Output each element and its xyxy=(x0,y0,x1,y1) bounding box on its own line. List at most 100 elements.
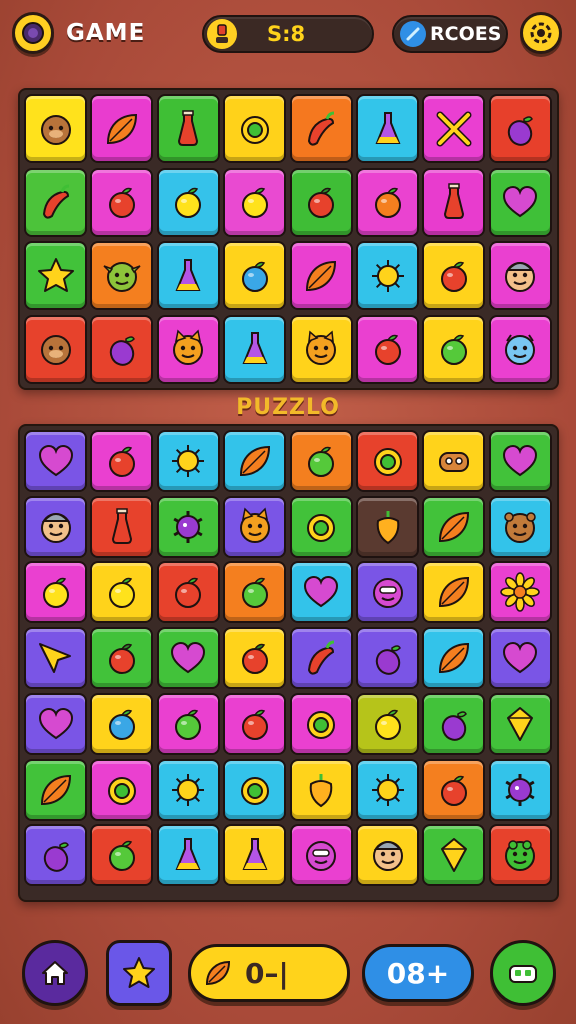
green-apple-icon xyxy=(175,709,202,740)
sun-icon xyxy=(172,445,205,477)
game-tile[interactable] xyxy=(488,94,552,163)
game-tile[interactable] xyxy=(90,314,154,384)
game-tile[interactable] xyxy=(488,692,552,755)
game-tile[interactable] xyxy=(90,824,154,887)
game-tile[interactable] xyxy=(156,824,220,887)
game-tile[interactable] xyxy=(356,241,419,310)
game-tile[interactable] xyxy=(24,495,87,558)
game-tile[interactable] xyxy=(223,314,287,384)
game-tile[interactable] xyxy=(223,561,287,624)
game-tile[interactable] xyxy=(24,561,87,624)
game-tile[interactable] xyxy=(488,314,552,384)
home-button[interactable] xyxy=(22,940,88,1006)
game-tile[interactable] xyxy=(422,495,486,558)
game-tile[interactable] xyxy=(90,430,154,492)
game-tile[interactable] xyxy=(422,430,486,492)
potion-icon xyxy=(175,258,201,291)
game-tile[interactable] xyxy=(488,627,552,690)
game-tile[interactable] xyxy=(289,94,353,163)
game-tile[interactable] xyxy=(422,241,486,310)
game-tile[interactable] xyxy=(90,241,154,310)
game-tile[interactable] xyxy=(156,241,220,310)
game-tile[interactable] xyxy=(289,758,353,821)
game-tile[interactable] xyxy=(356,758,419,821)
game-tile[interactable] xyxy=(90,561,154,624)
game-tile[interactable] xyxy=(24,94,87,163)
game-tile[interactable] xyxy=(356,314,419,384)
game-tile[interactable] xyxy=(356,561,419,624)
game-tile[interactable] xyxy=(156,314,220,384)
game-tile[interactable] xyxy=(422,94,486,163)
game-tile[interactable] xyxy=(156,561,220,624)
menu-button[interactable] xyxy=(490,940,556,1006)
game-tile[interactable] xyxy=(488,167,552,237)
game-tile[interactable] xyxy=(90,495,154,558)
game-tile[interactable] xyxy=(356,167,419,237)
settings-button[interactable] xyxy=(520,12,562,54)
game-tile[interactable] xyxy=(156,430,220,492)
game-tile[interactable] xyxy=(90,94,154,163)
game-tile[interactable] xyxy=(289,495,353,558)
game-tile[interactable] xyxy=(289,692,353,755)
game-tile[interactable] xyxy=(90,627,154,690)
game-tile[interactable] xyxy=(422,824,486,887)
game-tile[interactable] xyxy=(156,94,220,163)
game-tile[interactable] xyxy=(422,692,486,755)
game-tile[interactable] xyxy=(24,314,87,384)
game-tile[interactable] xyxy=(156,627,220,690)
game-tile[interactable] xyxy=(156,495,220,558)
game-tile[interactable] xyxy=(356,495,419,558)
game-tile[interactable] xyxy=(223,495,287,558)
game-tile[interactable] xyxy=(24,430,87,492)
tomato-icon xyxy=(175,578,202,609)
game-tile[interactable] xyxy=(156,758,220,821)
game-tile[interactable] xyxy=(289,430,353,492)
counter-pill: 08+ xyxy=(362,944,474,1002)
game-tile[interactable] xyxy=(223,627,287,690)
game-tile[interactable] xyxy=(422,758,486,821)
game-tile[interactable] xyxy=(289,561,353,624)
game-tile[interactable] xyxy=(24,692,87,755)
game-tile[interactable] xyxy=(356,94,419,163)
game-tile[interactable] xyxy=(24,758,87,821)
game-tile[interactable] xyxy=(223,241,287,310)
game-tile[interactable] xyxy=(422,314,486,384)
game-tile[interactable] xyxy=(289,241,353,310)
profile-button[interactable] xyxy=(12,12,54,54)
game-tile[interactable] xyxy=(422,561,486,624)
game-tile[interactable] xyxy=(488,824,552,887)
game-tile[interactable] xyxy=(422,627,486,690)
game-tile[interactable] xyxy=(223,94,287,163)
game-tile[interactable] xyxy=(289,314,353,384)
game-tile[interactable] xyxy=(90,692,154,755)
game-tile[interactable] xyxy=(223,167,287,237)
game-tile[interactable] xyxy=(356,692,419,755)
ring-icon xyxy=(373,448,402,476)
game-tile[interactable] xyxy=(156,167,220,237)
game-tile[interactable] xyxy=(289,167,353,237)
star-button[interactable] xyxy=(106,940,172,1006)
game-tile[interactable] xyxy=(422,167,486,237)
game-tile[interactable] xyxy=(356,430,419,492)
game-tile[interactable] xyxy=(24,167,87,237)
game-tile[interactable] xyxy=(90,758,154,821)
game-tile[interactable] xyxy=(156,692,220,755)
records-pill[interactable]: RCOES xyxy=(392,15,508,53)
game-tile[interactable] xyxy=(223,824,287,887)
game-tile[interactable] xyxy=(90,167,154,237)
game-tile[interactable] xyxy=(356,627,419,690)
game-tile[interactable] xyxy=(488,241,552,310)
game-tile[interactable] xyxy=(223,758,287,821)
game-tile[interactable] xyxy=(488,495,552,558)
game-tile[interactable] xyxy=(24,627,87,690)
game-tile[interactable] xyxy=(488,430,552,492)
game-tile[interactable] xyxy=(356,824,419,887)
game-tile[interactable] xyxy=(488,758,552,821)
game-tile[interactable] xyxy=(223,692,287,755)
game-tile[interactable] xyxy=(289,627,353,690)
game-tile[interactable] xyxy=(24,824,87,887)
game-tile[interactable] xyxy=(289,824,353,887)
game-tile[interactable] xyxy=(223,430,287,492)
game-tile[interactable] xyxy=(24,241,87,310)
game-tile[interactable] xyxy=(488,561,552,624)
